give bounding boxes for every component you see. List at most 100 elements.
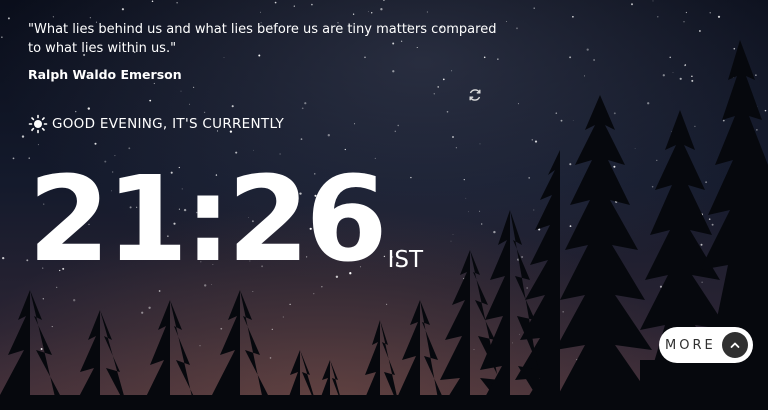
star bbox=[452, 234, 454, 235]
star bbox=[516, 27, 518, 30]
star bbox=[141, 311, 144, 314]
star bbox=[531, 139, 534, 141]
star bbox=[220, 327, 223, 330]
star bbox=[148, 306, 151, 309]
star bbox=[367, 11, 369, 13]
star bbox=[149, 99, 152, 102]
star bbox=[51, 326, 53, 328]
star bbox=[87, 107, 90, 110]
star bbox=[634, 148, 636, 149]
star bbox=[662, 74, 665, 77]
star bbox=[572, 15, 574, 18]
star bbox=[89, 17, 91, 19]
more-button[interactable]: MORE bbox=[659, 327, 753, 363]
star bbox=[121, 8, 125, 11]
star bbox=[528, 177, 531, 179]
more-button-label: MORE bbox=[665, 337, 716, 353]
clock: 21:26 IST bbox=[28, 160, 423, 278]
star bbox=[188, 103, 191, 105]
star bbox=[300, 138, 303, 140]
star bbox=[572, 119, 574, 121]
sun-icon bbox=[28, 114, 48, 134]
star bbox=[505, 21, 507, 23]
star bbox=[289, 303, 291, 305]
refresh-icon bbox=[469, 89, 481, 101]
quote-text: "What lies behind us and what lies befor… bbox=[28, 22, 497, 56]
star bbox=[533, 209, 535, 211]
star bbox=[73, 299, 76, 302]
star bbox=[21, 135, 25, 138]
star bbox=[584, 75, 585, 77]
star bbox=[301, 107, 304, 110]
quote-block: "What lies behind us and what lies befor… bbox=[28, 20, 498, 82]
chevron-up-icon bbox=[730, 342, 740, 348]
star bbox=[708, 218, 711, 220]
star bbox=[153, 82, 155, 85]
quote-author: Ralph Waldo Emerson bbox=[28, 67, 182, 82]
star bbox=[311, 3, 313, 6]
star bbox=[274, 1, 277, 4]
star bbox=[40, 348, 43, 350]
star bbox=[128, 147, 131, 150]
star bbox=[517, 103, 519, 105]
star bbox=[657, 16, 659, 18]
star bbox=[426, 11, 428, 13]
star bbox=[733, 47, 736, 50]
refresh-quote-button[interactable] bbox=[467, 87, 483, 103]
star bbox=[450, 240, 452, 242]
star bbox=[560, 119, 563, 122]
star bbox=[479, 143, 481, 145]
star bbox=[679, 77, 682, 80]
star bbox=[656, 159, 658, 162]
star bbox=[672, 72, 674, 73]
more-button-circle bbox=[722, 332, 748, 358]
star bbox=[2, 256, 5, 260]
greeting-text: GOOD EVENING, IT'S CURRENTLY bbox=[52, 116, 285, 132]
star bbox=[479, 210, 481, 212]
star bbox=[683, 21, 685, 23]
star bbox=[203, 111, 206, 114]
star bbox=[12, 157, 15, 160]
star bbox=[380, 8, 383, 11]
star bbox=[711, 223, 714, 226]
star bbox=[199, 345, 201, 347]
star bbox=[685, 11, 688, 14]
star bbox=[569, 56, 572, 59]
star bbox=[518, 333, 520, 335]
star bbox=[437, 86, 440, 88]
star bbox=[259, 11, 262, 13]
star bbox=[42, 298, 44, 300]
star bbox=[684, 64, 687, 66]
star bbox=[304, 102, 307, 105]
star bbox=[94, 142, 97, 145]
star bbox=[705, 181, 708, 184]
clock-timezone: IST bbox=[387, 247, 424, 273]
star bbox=[293, 5, 295, 7]
star bbox=[647, 102, 650, 105]
star bbox=[468, 211, 469, 213]
star bbox=[717, 15, 721, 18]
star bbox=[533, 7, 535, 9]
star bbox=[180, 90, 182, 92]
star bbox=[569, 225, 572, 227]
star bbox=[493, 230, 496, 234]
star bbox=[764, 109, 767, 112]
star bbox=[433, 93, 435, 95]
star bbox=[613, 112, 616, 115]
star bbox=[555, 112, 558, 114]
star bbox=[756, 129, 758, 131]
star bbox=[463, 178, 465, 181]
star bbox=[521, 255, 524, 259]
star bbox=[569, 163, 572, 166]
star bbox=[386, 303, 388, 305]
clock-time: 21:26 bbox=[28, 150, 388, 288]
star bbox=[593, 59, 596, 61]
star bbox=[755, 74, 757, 76]
star bbox=[397, 124, 399, 127]
star bbox=[652, 0, 654, 2]
star bbox=[252, 290, 254, 293]
star bbox=[271, 328, 273, 331]
star bbox=[451, 135, 455, 139]
star bbox=[52, 16, 54, 18]
star bbox=[354, 123, 356, 125]
